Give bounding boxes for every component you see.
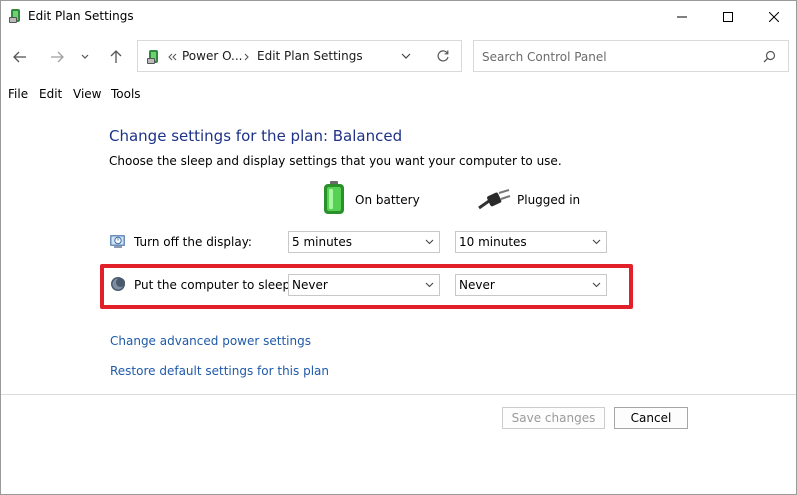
back-button[interactable] xyxy=(8,45,32,69)
chevron-right-icon xyxy=(244,53,249,61)
close-button[interactable] xyxy=(751,1,797,32)
footer-divider xyxy=(1,394,796,395)
cancel-button[interactable]: Cancel xyxy=(614,407,688,429)
menu-bar: File Edit View Tools xyxy=(1,85,796,105)
save-changes-button[interactable]: Save changes xyxy=(502,407,605,429)
chevron-down-icon[interactable] xyxy=(401,53,411,60)
refresh-icon[interactable] xyxy=(436,49,450,63)
chevron-down-icon xyxy=(81,54,89,59)
link-restore-defaults[interactable]: Restore default settings for this plan xyxy=(110,364,329,378)
sleep-row-highlight xyxy=(100,264,633,309)
maximize-button[interactable] xyxy=(705,1,751,32)
display-timer-icon xyxy=(110,235,125,248)
maximize-icon xyxy=(723,11,733,22)
forward-button[interactable] xyxy=(45,45,69,69)
recent-locations-button[interactable] xyxy=(75,45,95,69)
window-title: Edit Plan Settings xyxy=(28,9,134,23)
search-icon[interactable] xyxy=(763,50,776,63)
arrow-left-icon xyxy=(13,51,26,63)
label-turn-off-display: Turn off the display: xyxy=(134,235,252,249)
menu-tools[interactable]: Tools xyxy=(111,87,141,101)
double-chevron-left-icon xyxy=(168,53,177,61)
arrow-up-icon xyxy=(110,50,122,63)
chevron-down-icon xyxy=(425,239,434,245)
column-plugged-in: Plugged in xyxy=(517,193,581,207)
display-plugged-select[interactable]: 10 minutes xyxy=(455,231,607,253)
chevron-down-icon xyxy=(592,239,601,245)
display-battery-select[interactable]: 5 minutes xyxy=(288,231,440,253)
power-plan-icon xyxy=(147,50,158,64)
address-bar[interactable]: Power O... Edit Plan Settings xyxy=(137,40,462,72)
title-bar: Edit Plan Settings xyxy=(1,1,796,32)
menu-view[interactable]: View xyxy=(73,87,101,101)
breadcrumb-power-options[interactable]: Power O... xyxy=(182,49,243,63)
power-plan-icon xyxy=(9,9,20,23)
menu-file[interactable]: File xyxy=(8,87,28,101)
link-advanced-power-settings[interactable]: Change advanced power settings xyxy=(110,334,311,348)
battery-icon xyxy=(324,181,344,214)
column-on-battery: On battery xyxy=(355,193,420,207)
up-button[interactable] xyxy=(104,45,128,69)
close-icon xyxy=(769,11,779,22)
plug-icon xyxy=(478,189,511,210)
minimize-icon xyxy=(677,16,687,17)
edit-plan-settings-window: Edit Plan Settings Power O... Edit Plan … xyxy=(0,0,797,495)
arrow-right-icon xyxy=(51,51,64,63)
menu-edit[interactable]: Edit xyxy=(39,87,62,101)
search-input[interactable]: Search Control Panel xyxy=(482,50,607,64)
page-description: Choose the sleep and display settings th… xyxy=(109,154,562,168)
search-box[interactable]: Search Control Panel xyxy=(473,40,789,72)
breadcrumb-edit-plan-settings[interactable]: Edit Plan Settings xyxy=(257,49,363,63)
display-battery-value: 5 minutes xyxy=(292,235,353,249)
display-plugged-value: 10 minutes xyxy=(459,235,527,249)
page-title: Change settings for the plan: Balanced xyxy=(109,127,403,145)
minimize-button[interactable] xyxy=(659,1,705,32)
